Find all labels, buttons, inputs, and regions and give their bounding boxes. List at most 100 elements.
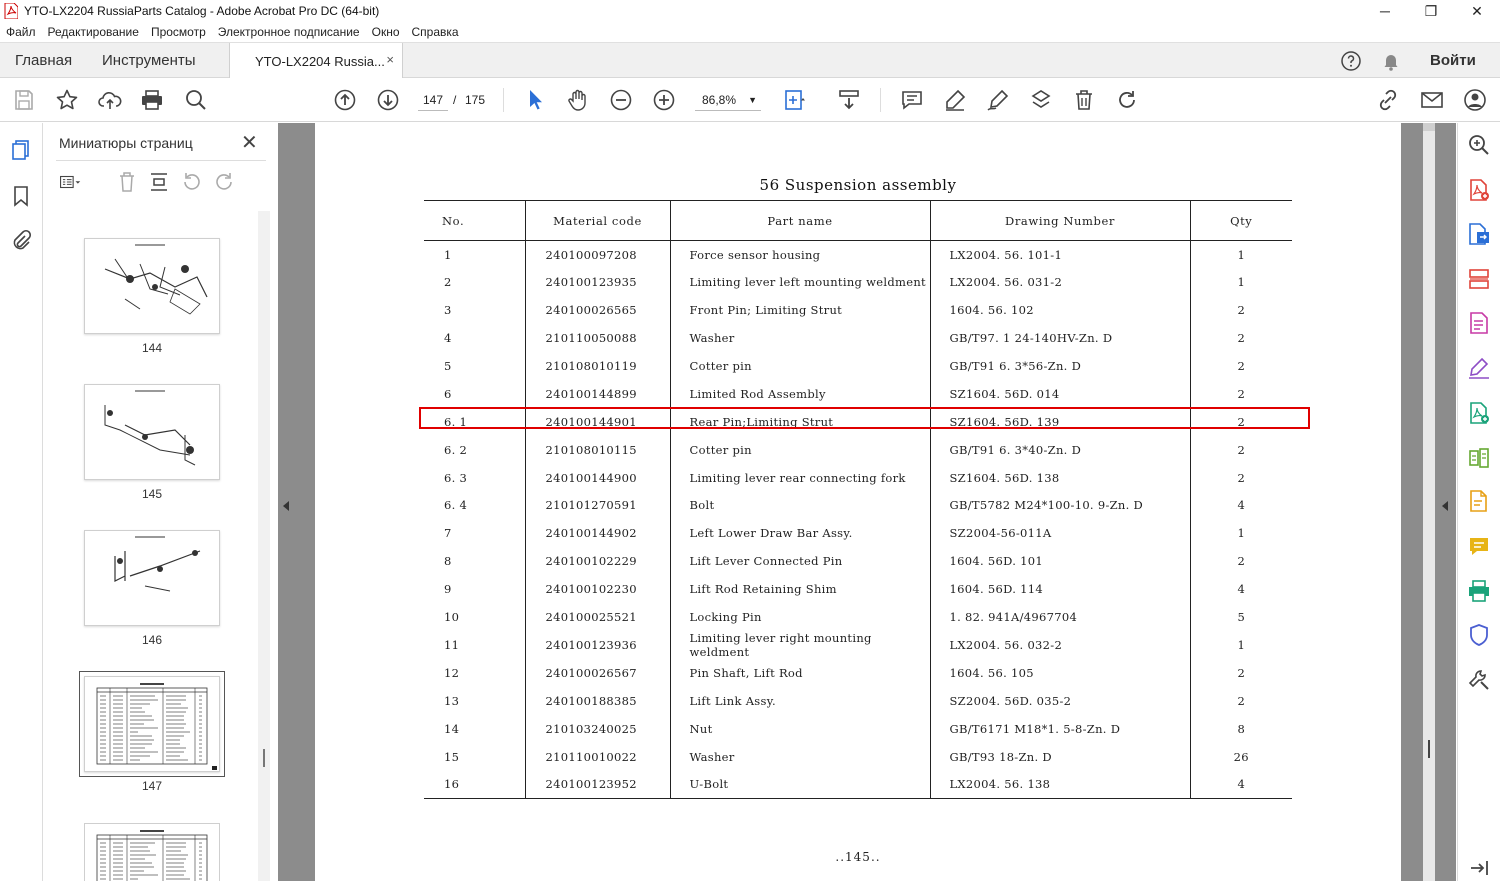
scrollbar-grip[interactable]	[1428, 740, 1430, 758]
collapse-panel-icon[interactable]	[1467, 856, 1491, 880]
page-thumbnails-icon[interactable]	[10, 139, 32, 161]
compare-icon[interactable]	[1467, 446, 1491, 470]
thumbnail-scrollbar[interactable]	[258, 211, 270, 881]
create-pdf-icon[interactable]	[1467, 178, 1491, 202]
zoom-in-icon[interactable]	[652, 88, 676, 112]
table-row: 9 240100102230 Lift Rod Retaining Shim 1604…	[424, 575, 1292, 604]
cell-part-name: Cotter pin	[669, 352, 930, 380]
table-row: 8 240100102229 Lift Lever Connected Pin 160…	[424, 547, 1292, 576]
email-icon[interactable]	[1420, 88, 1444, 112]
document-scrollbar[interactable]	[1423, 123, 1435, 881]
column-header-no: No.	[424, 200, 525, 241]
cell-part-name: Washer	[669, 742, 930, 771]
zoom-out-icon[interactable]	[609, 88, 633, 112]
print-production-icon[interactable]	[1467, 579, 1491, 603]
page-thumbnail-selected[interactable]	[79, 671, 225, 777]
menu-edit[interactable]: Редактирование	[48, 25, 139, 39]
tab-home[interactable]: Главная	[15, 43, 72, 78]
zoom-level-value: 86,8%	[702, 93, 737, 107]
menu-window[interactable]: Окно	[372, 25, 400, 39]
cell-qty: 2	[1189, 296, 1292, 325]
thumbnail-page-label: 146	[141, 633, 163, 647]
collapse-right-panel-icon[interactable]	[1442, 501, 1448, 511]
menu-view[interactable]: Просмотр	[151, 25, 206, 39]
cell-drawing-number: 1. 82. 941A/4967704	[929, 603, 1190, 631]
create-form-icon[interactable]	[1467, 401, 1491, 425]
cell-no: 9	[444, 582, 452, 597]
page-number-input[interactable]: 147	[418, 89, 448, 111]
page-thumbnail[interactable]	[84, 823, 220, 881]
page-down-icon[interactable]	[376, 88, 400, 112]
scrollbar-thumb[interactable]	[1423, 123, 1435, 131]
link-icon[interactable]	[1376, 88, 1400, 112]
cell-qty: 4	[1189, 491, 1292, 520]
collapse-left-panel-icon[interactable]	[283, 501, 289, 511]
zoom-search-icon[interactable]	[1467, 133, 1491, 157]
scroll-mode-icon[interactable]	[837, 88, 861, 112]
extract-page-icon[interactable]	[148, 171, 170, 193]
more-tools-icon[interactable]	[1467, 668, 1491, 692]
edit-pdf-icon[interactable]	[1467, 311, 1491, 335]
highlight-pen-icon[interactable]	[943, 88, 967, 112]
comment-icon[interactable]	[900, 88, 924, 112]
menu-file[interactable]: Файл	[6, 25, 36, 39]
select-arrow-icon[interactable]	[523, 88, 547, 112]
save-icon[interactable]	[12, 88, 36, 112]
upload-icon[interactable]	[98, 88, 122, 112]
protect-icon[interactable]	[1467, 623, 1491, 647]
thumbnail-page-label: 144	[141, 341, 163, 355]
cell-part-name: Pin Shaft, Lift Rod	[669, 658, 930, 687]
chevron-down-icon: ▼	[748, 95, 757, 105]
help-icon[interactable]	[1340, 50, 1362, 72]
parts-table: No. Material code Part name Drawing Numb…	[424, 200, 1292, 799]
table-row: 6. 2 210108010115 Cotter pin GB/T91 6. 3*40…	[424, 435, 1292, 464]
close-tab-icon[interactable]: ×	[386, 52, 394, 67]
cell-no: 13	[444, 693, 460, 708]
fill-sign-icon[interactable]	[1467, 356, 1491, 380]
attachment-icon[interactable]	[10, 229, 32, 251]
search-icon[interactable]	[184, 88, 208, 112]
rotate-icon[interactable]	[1115, 88, 1139, 112]
close-window-button[interactable]: ✕	[1454, 0, 1500, 22]
delete-page-icon[interactable]	[116, 171, 138, 193]
star-icon[interactable]	[55, 88, 79, 112]
page-thumbnail[interactable]	[84, 384, 220, 480]
comment-icon[interactable]	[1467, 534, 1491, 558]
sign-in-button[interactable]: Войти	[1430, 43, 1476, 79]
menu-e-sign[interactable]: Электронное подписание	[218, 25, 360, 39]
rotate-cw-icon[interactable]	[213, 171, 235, 193]
sign-icon[interactable]	[986, 88, 1010, 112]
table-header-row: No. Material code Part name Drawing Numb…	[424, 200, 1292, 241]
maximize-button[interactable]: ❐	[1408, 0, 1454, 22]
tab-document-label: YTO-LX2204 Russia...	[255, 53, 385, 69]
cell-no: 3	[444, 303, 452, 318]
page-thumbnail[interactable]	[84, 530, 220, 626]
hand-icon[interactable]	[566, 88, 590, 112]
minimize-button[interactable]: ─	[1362, 0, 1408, 22]
export-pdf-icon[interactable]	[1467, 222, 1491, 246]
menu-help[interactable]: Справка	[412, 25, 459, 39]
cell-qty: 1	[1189, 240, 1292, 269]
cell-material-code: 240100123952	[524, 770, 670, 799]
diagram-preview-icon	[104, 390, 196, 466]
close-panel-icon[interactable]: ✕	[241, 130, 258, 155]
options-menu-icon[interactable]	[59, 171, 81, 193]
delete-icon[interactable]	[1072, 88, 1096, 112]
page-thumbnail[interactable]	[84, 238, 220, 334]
share-user-icon[interactable]	[1463, 88, 1487, 112]
bell-icon[interactable]	[1380, 50, 1402, 72]
cell-part-name: Limiting lever rear connecting fork	[669, 463, 930, 492]
scrollbar-grip[interactable]	[263, 749, 265, 767]
cell-qty: 1	[1189, 268, 1292, 297]
zoom-level-select[interactable]: 86,8% ▼	[695, 89, 761, 111]
tab-document[interactable]: YTO-LX2204 Russia... ×	[229, 43, 403, 79]
organize-pages-icon[interactable]	[1467, 267, 1491, 291]
send-review-icon[interactable]	[1467, 489, 1491, 513]
fit-page-icon[interactable]	[783, 88, 807, 112]
tab-tools[interactable]: Инструменты	[102, 43, 196, 78]
rotate-ccw-icon[interactable]	[181, 171, 203, 193]
fill-sign-icon[interactable]	[1029, 88, 1053, 112]
print-icon[interactable]	[140, 88, 164, 112]
page-up-icon[interactable]	[333, 88, 357, 112]
bookmark-icon[interactable]	[10, 185, 32, 207]
